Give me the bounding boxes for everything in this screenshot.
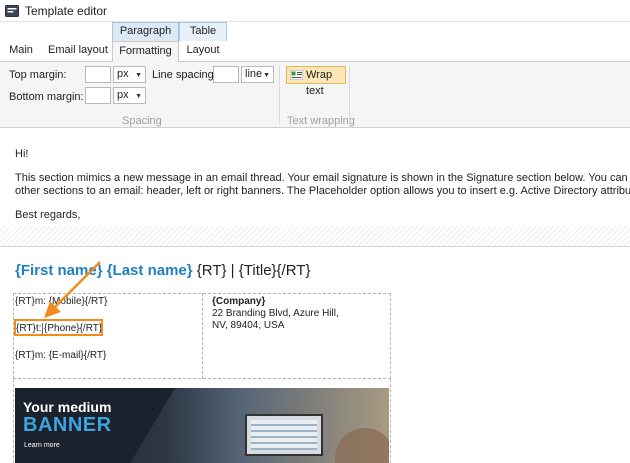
ribbon-group-divider bbox=[349, 66, 350, 124]
bottom-margin-input[interactable] bbox=[85, 87, 111, 104]
message-greeting: Hi! bbox=[15, 148, 29, 160]
spacing-group-label: Spacing bbox=[122, 115, 162, 127]
last-name-placeholder: {Last name} bbox=[106, 262, 193, 279]
text-cursor bbox=[42, 323, 43, 334]
banner-line-1: Your medium bbox=[23, 399, 112, 415]
ribbon-panel: Top margin: px ▼ Line spacing line ▼ Bot… bbox=[0, 62, 630, 128]
text-wrapping-group-label: Text wrapping bbox=[287, 115, 355, 127]
mobile-placeholder[interactable]: {RT}m: {Mobile}{/RT} bbox=[15, 296, 107, 307]
chevron-down-icon: ▼ bbox=[135, 93, 142, 100]
line-spacing-input[interactable] bbox=[213, 66, 239, 83]
medium-banner-image[interactable]: Your medium BANNER Learn more bbox=[15, 388, 389, 463]
message-body-line-2: other sections to an email: header, left… bbox=[15, 185, 630, 197]
top-margin-input[interactable] bbox=[85, 66, 111, 83]
title-placeholder: {RT} | {Title}{/RT} bbox=[196, 262, 311, 279]
top-margin-unit-value: px bbox=[117, 68, 129, 80]
banner-line-2: BANNER bbox=[23, 414, 112, 436]
signature-table-column-divider bbox=[202, 293, 203, 379]
section-divider bbox=[0, 246, 630, 247]
phone-highlight-box bbox=[14, 319, 103, 336]
message-section[interactable]: Hi! This section mimics a new message in… bbox=[0, 128, 630, 246]
company-placeholder[interactable]: {Company} bbox=[212, 296, 265, 307]
wrap-text-icon bbox=[290, 70, 303, 80]
banner-learn-more: Learn more bbox=[24, 442, 60, 449]
line-spacing-unit-select[interactable]: line ▼ bbox=[241, 66, 274, 83]
chevron-down-icon: ▼ bbox=[263, 72, 270, 79]
laptop-screen-graphic bbox=[251, 420, 317, 450]
person-graphic bbox=[335, 428, 389, 463]
contextual-tab-groups: Paragraph Table bbox=[0, 22, 630, 41]
editor-canvas[interactable]: Hi! This section mimics a new message in… bbox=[0, 128, 630, 463]
address-line-1[interactable]: 22 Branding Blvd, Azure Hill, bbox=[212, 308, 339, 319]
email-placeholder[interactable]: {RT}m: {E-mail}{/RT} bbox=[15, 350, 106, 361]
address-line-2[interactable]: NV, 89404, USA bbox=[212, 320, 284, 331]
tab-layout[interactable]: Layout bbox=[179, 41, 227, 62]
signature-name-line[interactable]: {First name} {Last name} {RT} | {Title}{… bbox=[15, 262, 310, 279]
message-section-hatch bbox=[0, 226, 630, 246]
tab-main[interactable]: Main bbox=[4, 41, 38, 62]
context-tab-table[interactable]: Table bbox=[179, 22, 227, 41]
wrap-text-button[interactable]: Wrap text bbox=[286, 66, 346, 97]
bottom-margin-unit-value: px bbox=[117, 89, 129, 101]
template-editor-app-icon bbox=[5, 4, 19, 17]
chevron-down-icon: ▼ bbox=[135, 72, 142, 79]
ribbon-group-divider bbox=[279, 66, 280, 124]
window-title: Template editor bbox=[25, 3, 108, 18]
message-closing: Best regards, bbox=[15, 209, 81, 221]
top-margin-label: Top margin: bbox=[9, 69, 67, 81]
bottom-margin-label: Bottom margin: bbox=[9, 91, 84, 103]
context-tab-paragraph[interactable]: Paragraph bbox=[112, 22, 179, 41]
bottom-margin-unit-select[interactable]: px ▼ bbox=[113, 87, 146, 104]
message-body-line-1: This section mimics a new message in an … bbox=[15, 172, 630, 184]
line-spacing-label: Line spacing bbox=[152, 69, 214, 81]
line-spacing-unit-value: line bbox=[245, 68, 263, 80]
top-margin-unit-select[interactable]: px ▼ bbox=[113, 66, 146, 83]
title-bar: Template editor bbox=[0, 0, 630, 22]
tab-email-layout[interactable]: Email layout bbox=[44, 41, 112, 62]
first-name-placeholder: {First name} bbox=[15, 262, 103, 279]
wrap-text-label: Wrap text bbox=[306, 69, 333, 97]
ribbon-tab-bar: Main Email layout Formatting Layout bbox=[0, 41, 630, 63]
tab-formatting[interactable]: Formatting bbox=[112, 41, 179, 63]
